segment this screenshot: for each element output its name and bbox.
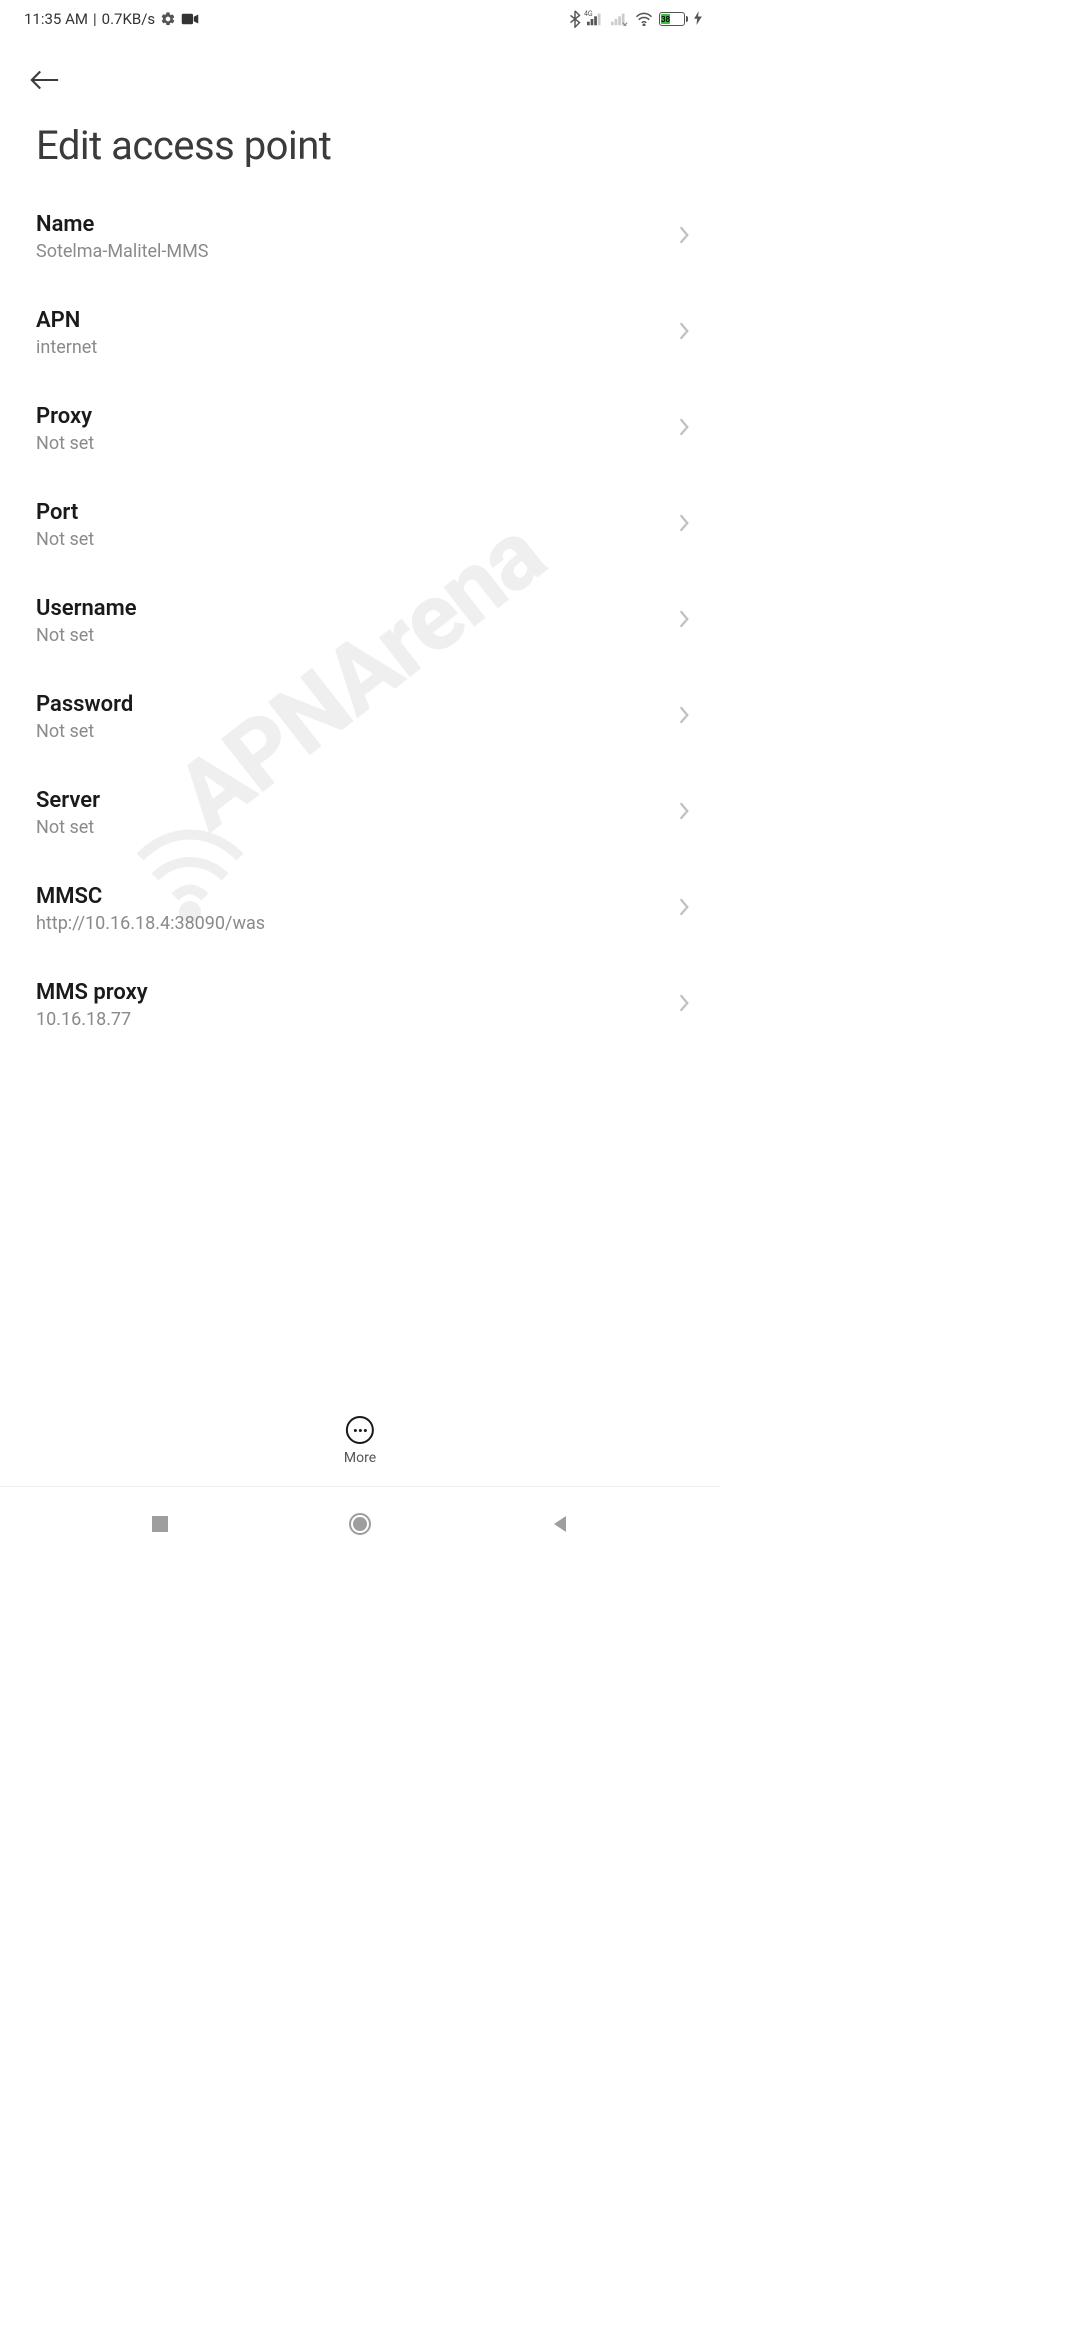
bottom-area: More bbox=[0, 1410, 720, 1560]
item-username[interactable]: Username Not set bbox=[0, 573, 720, 669]
settings-list: Name Sotelma-Malitel-MMS APN internet Pr… bbox=[0, 189, 720, 1053]
content-area: APNArena Name Sotelma-Malitel-MMS APN in… bbox=[0, 189, 720, 1349]
settings-gear-icon bbox=[160, 11, 176, 27]
item-label: Server bbox=[36, 788, 100, 813]
item-value: 10.16.18.77 bbox=[36, 1009, 148, 1030]
item-password[interactable]: Password Not set bbox=[0, 669, 720, 765]
chevron-right-icon bbox=[678, 801, 690, 825]
page-title: Edit access point bbox=[0, 100, 720, 189]
item-label: Proxy bbox=[36, 404, 94, 429]
item-value: Not set bbox=[36, 817, 100, 838]
item-value: Not set bbox=[36, 433, 94, 454]
nav-home-button[interactable] bbox=[340, 1504, 380, 1544]
status-separator: | bbox=[93, 10, 97, 28]
item-label: APN bbox=[36, 308, 97, 333]
item-value: Sotelma-Malitel-MMS bbox=[36, 241, 208, 262]
item-mms-proxy[interactable]: MMS proxy 10.16.18.77 bbox=[0, 957, 720, 1053]
charging-bolt-icon bbox=[694, 11, 702, 28]
nav-back-button[interactable] bbox=[540, 1504, 580, 1544]
bluetooth-icon bbox=[569, 10, 581, 28]
item-proxy[interactable]: Proxy Not set bbox=[0, 381, 720, 477]
back-button[interactable] bbox=[24, 60, 64, 100]
status-right: 4G 38 bbox=[569, 10, 702, 28]
more-label: More bbox=[344, 1450, 376, 1466]
more-button[interactable]: More bbox=[344, 1416, 376, 1466]
status-time: 11:35 AM bbox=[24, 10, 88, 28]
item-value: Not set bbox=[36, 529, 94, 550]
system-nav-bar bbox=[0, 1486, 720, 1560]
triangle-left-icon bbox=[550, 1514, 570, 1534]
item-label: MMSC bbox=[36, 884, 265, 909]
arrow-left-icon bbox=[28, 68, 60, 92]
nav-recent-button[interactable] bbox=[140, 1504, 180, 1544]
network-badge: 4G bbox=[584, 10, 593, 18]
chevron-right-icon bbox=[678, 609, 690, 633]
chevron-right-icon bbox=[678, 225, 690, 249]
status-netspeed: 0.7KB/s bbox=[102, 10, 156, 28]
wifi-icon bbox=[635, 12, 653, 26]
item-port[interactable]: Port Not set bbox=[0, 477, 720, 573]
chevron-right-icon bbox=[678, 321, 690, 345]
chevron-right-icon bbox=[678, 705, 690, 729]
video-camera-icon bbox=[181, 12, 199, 26]
item-name[interactable]: Name Sotelma-Malitel-MMS bbox=[0, 189, 720, 285]
battery-icon: 38 bbox=[659, 12, 688, 26]
item-value: internet bbox=[36, 337, 97, 358]
signal-4g-icon: 4G bbox=[587, 12, 605, 26]
status-bar: 11:35 AM | 0.7KB/s 4G 38 bbox=[0, 0, 720, 38]
item-server[interactable]: Server Not set bbox=[0, 765, 720, 861]
status-left: 11:35 AM | 0.7KB/s bbox=[24, 10, 199, 28]
header bbox=[0, 38, 720, 100]
chevron-right-icon bbox=[678, 993, 690, 1017]
item-label: Name bbox=[36, 212, 208, 237]
item-label: Password bbox=[36, 692, 133, 717]
item-label: MMS proxy bbox=[36, 980, 148, 1005]
item-value: Not set bbox=[36, 625, 137, 646]
more-dots-icon bbox=[346, 1416, 374, 1444]
square-icon bbox=[150, 1514, 170, 1534]
chevron-right-icon bbox=[678, 417, 690, 441]
item-value: Not set bbox=[36, 721, 133, 742]
item-apn[interactable]: APN internet bbox=[0, 285, 720, 381]
signal-nosim-icon bbox=[611, 12, 629, 26]
chevron-right-icon bbox=[678, 513, 690, 537]
item-value: http://10.16.18.4:38090/was bbox=[36, 913, 265, 934]
battery-percent: 38 bbox=[661, 15, 670, 24]
circle-icon bbox=[348, 1512, 372, 1536]
item-mmsc[interactable]: MMSC http://10.16.18.4:38090/was bbox=[0, 861, 720, 957]
chevron-right-icon bbox=[678, 897, 690, 921]
item-label: Port bbox=[36, 500, 94, 525]
item-label: Username bbox=[36, 596, 137, 621]
